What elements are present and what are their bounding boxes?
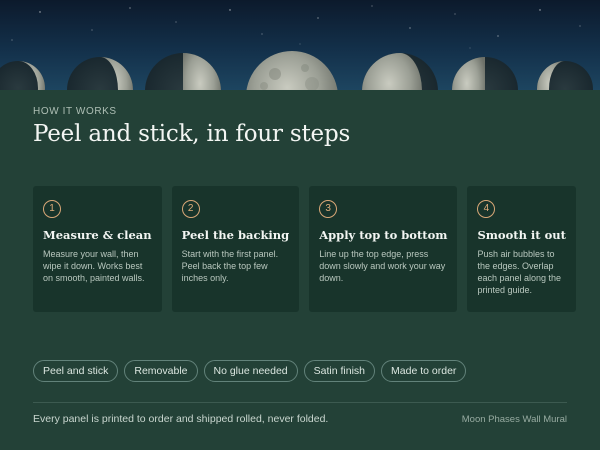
moon-phase-icon	[145, 53, 221, 90]
moon-phase-icon	[452, 57, 518, 90]
steps-list: 1 Measure & clean Measure your wall, the…	[33, 186, 576, 312]
step-title: Smooth it out	[477, 228, 566, 242]
step-description: Measure your wall, then wipe it down. Wo…	[43, 249, 145, 283]
moon-phase-icon	[362, 53, 438, 90]
footer-divider	[33, 402, 567, 403]
step-number-badge: 1	[43, 200, 61, 218]
feature-chips: Peel and stick Removable No glue needed …	[33, 360, 467, 382]
feature-chip-peel-and-stick: Peel and stick	[33, 360, 119, 382]
step-card-1: 1 Measure & clean Measure your wall, the…	[33, 186, 162, 312]
step-number-badge: 4	[477, 200, 496, 218]
step-title: Apply top to bottom	[319, 228, 448, 242]
feature-chip-satin-finish: Satin finish	[303, 360, 376, 382]
step-description: Line up the top edge, press down slowly …	[319, 249, 446, 283]
step-card-4: 4 Smooth it out Push air bubbles to the …	[467, 186, 576, 312]
moon-phase-icon	[0, 61, 45, 90]
step-title: Measure & clean	[43, 228, 152, 242]
step-number-badge: 2	[181, 200, 200, 218]
moon-phase-icon	[537, 61, 593, 90]
moon-phase-icon	[67, 57, 133, 90]
step-description: Push air bubbles to the edges. Overlap e…	[477, 249, 562, 295]
step-card-2: 2 Peel the backing Start with the first …	[171, 186, 300, 312]
feature-chip-made-to-order: Made to order	[381, 360, 467, 382]
footer-note: Every panel is printed to order and ship…	[33, 413, 329, 425]
step-title: Peel the backing	[181, 228, 290, 242]
feature-chip-no-glue: No glue needed	[203, 360, 298, 382]
moon-phases-illustration	[0, 5, 593, 90]
feature-chip-removable: Removable	[124, 360, 198, 382]
section-eyebrow: HOW IT WORKS	[33, 106, 117, 117]
footer-product-name: Moon Phases Wall Mural	[461, 414, 567, 425]
step-description: Start with the first panel. Peel back th…	[181, 249, 279, 283]
hero-banner	[0, 0, 600, 90]
step-card-3: 3 Apply top to bottom Line up the top ed…	[309, 186, 458, 312]
page-title: Peel and stick, in four steps	[33, 121, 351, 147]
step-number-badge: 3	[319, 200, 338, 218]
moon-phase-icon	[246, 51, 338, 90]
